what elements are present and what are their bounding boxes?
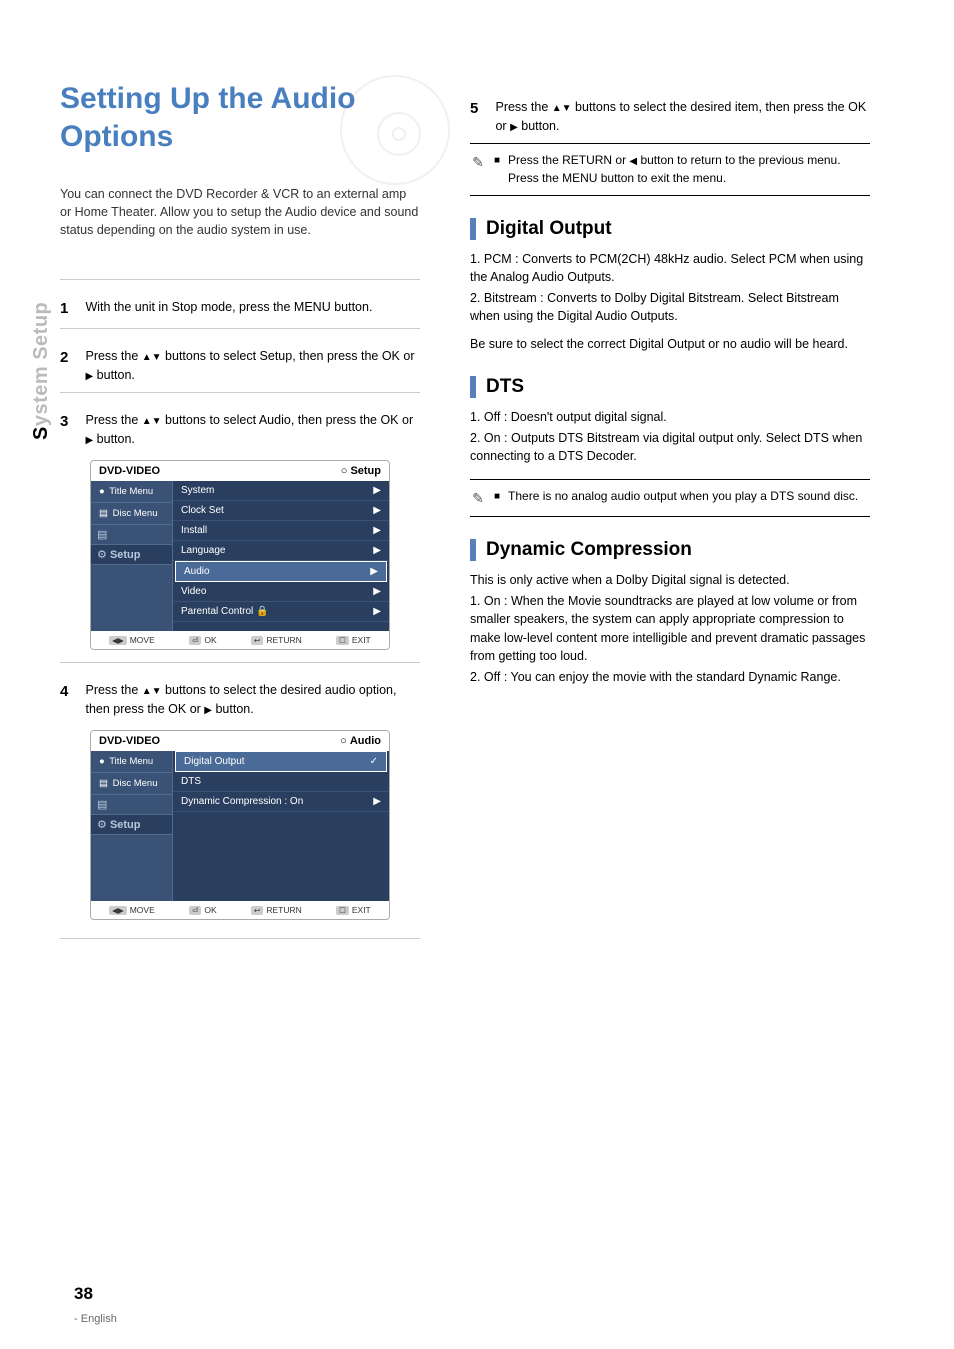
- osd1-row-parental: Parental Control 🔒: [181, 606, 269, 617]
- section-bar-icon: [470, 218, 476, 240]
- osd1-side-disc-menu: Disc Menu: [113, 508, 158, 519]
- step-body-1: With the unit in Stop mode, press the ME…: [85, 298, 419, 316]
- osd2-side-title-menu: Title Menu: [109, 756, 153, 767]
- osd1-top-right: ○ Setup: [341, 465, 381, 477]
- pencil-icon: ✎: [470, 488, 486, 508]
- up-down-icon: ▲▼: [142, 352, 162, 363]
- step-num-1: 1: [60, 298, 82, 320]
- osd1-row-system: System: [181, 485, 214, 496]
- osd1-side-title-menu: Title Menu: [109, 486, 153, 497]
- osd2-top-left: DVD-VIDEO: [99, 735, 160, 747]
- osd2-top-right: ○ Audio: [340, 735, 381, 747]
- step-body-5: Press the ▲▼ buttons to select the desir…: [495, 98, 869, 135]
- osd1-row-install: Install: [181, 525, 207, 536]
- osd1-sidebar: ● Title Menu ▤ Disc Menu ▤ ⚙ Setup: [91, 481, 173, 631]
- step-num-5: 5: [470, 98, 492, 120]
- osd1-row-audio: Audio: [184, 566, 210, 577]
- up-down-icon: ▲▼: [142, 416, 162, 427]
- gear-icon: ⚙: [97, 819, 107, 831]
- disc-art-icon: [340, 75, 450, 185]
- side-tab-rest: ystem Setup: [30, 302, 52, 426]
- osd1-main: System▶ Clock Set▶ Install▶ Language▶ Au…: [173, 481, 389, 631]
- osd2-side-setup: ⚙ Setup: [91, 815, 172, 835]
- section-dyn-title: Dynamic Compression: [486, 539, 692, 561]
- osd1-row-language: Language: [181, 545, 226, 556]
- right-icon: ▶: [510, 122, 518, 133]
- osd1-row-video: Video: [181, 586, 206, 597]
- osd1-footer-exit: EXIT: [352, 635, 371, 645]
- step-4: 4 Press the ▲▼ buttons to select the des…: [60, 681, 420, 718]
- up-down-icon: ▲▼: [552, 103, 572, 114]
- section-dts-title: DTS: [486, 376, 524, 398]
- step-1: 1 With the unit in Stop mode, press the …: [60, 298, 420, 320]
- osd2-footer-exit: EXIT: [352, 905, 371, 915]
- digital-opt-bitstream: 2. Bitstream : Converts to Dolby Digital…: [470, 289, 870, 325]
- osd1-side-blank-icon: ▤: [91, 525, 172, 545]
- note-return-text: Press the RETURN or ◀ button to return t…: [508, 152, 870, 187]
- up-down-icon: ▲▼: [142, 686, 162, 697]
- section-bar-icon: [470, 539, 476, 561]
- osd1-side-setup: ⚙ Setup: [91, 545, 172, 565]
- pencil-icon: ✎: [470, 152, 486, 172]
- osd1-top-left: DVD-VIDEO: [99, 465, 160, 477]
- side-tab-letter: S: [30, 426, 52, 440]
- osd-setup-screenshot: DVD-VIDEO ○ Setup ● Title Menu ▤ Disc Me…: [90, 460, 390, 650]
- step-5: 5 Press the ▲▼ buttons to select the des…: [470, 98, 870, 135]
- osd1-footer-ok: OK: [204, 635, 216, 645]
- digital-note: Be sure to select the correct Digital Ou…: [470, 335, 870, 353]
- osd2-sidebar: ● Title Menu ▤ Disc Menu ▤ ⚙ Setup: [91, 751, 173, 901]
- osd2-footer-ok: OK: [204, 905, 216, 915]
- osd2-footer: ◀▶MOVE ⏎OK ↩RETURN ☐EXIT: [91, 901, 389, 919]
- osd1-footer: ◀▶MOVE ⏎OK ↩RETURN ☐EXIT: [91, 631, 389, 649]
- osd2-side-disc-menu: Disc Menu: [113, 778, 158, 789]
- osd2-footer-return: RETURN: [266, 905, 301, 915]
- side-tab: System Setup: [30, 302, 53, 440]
- step-num-4: 4: [60, 681, 82, 703]
- section-digital-title: Digital Output: [486, 218, 612, 240]
- note-dts: ✎ ■ There is no analog audio output when…: [470, 488, 870, 508]
- osd-audio-screenshot: DVD-VIDEO ○ Audio ● Title Menu ▤ Disc Me…: [90, 730, 390, 920]
- bullet-icon: ■: [494, 488, 500, 506]
- osd1-row-clock-set: Clock Set: [181, 505, 224, 516]
- step-body-2: Press the ▲▼ buttons to select Setup, th…: [85, 347, 419, 384]
- bullet-icon: ■: [494, 152, 500, 170]
- page-title-text: Setting Up the Audio Options: [60, 82, 356, 153]
- footer-note: - English: [74, 1313, 117, 1325]
- osd2-main: Digital Output ✓ DTS Dynamic Compression …: [173, 751, 389, 901]
- osd2-side-blank-icon: ▤: [91, 795, 172, 815]
- page-title: Setting Up the Audio Options: [60, 80, 420, 155]
- lock-icon: 🔒: [256, 606, 268, 617]
- step-body-4: Press the ▲▼ buttons to select the desir…: [85, 681, 419, 718]
- step-3: 3 Press the ▲▼ buttons to select Audio, …: [60, 411, 420, 448]
- gear-icon: ⚙: [97, 549, 107, 561]
- step-body-3: Press the ▲▼ buttons to select Audio, th…: [85, 411, 419, 448]
- osd2-row-digital-output: Digital Output: [184, 756, 245, 767]
- osd2-row-dts: DTS: [181, 776, 201, 787]
- digital-opt-pcm: 1. PCM : Converts to PCM(2CH) 48kHz audi…: [470, 250, 870, 286]
- dts-opt-on: 2. On : Outputs DTS Bitstream via digita…: [470, 429, 870, 465]
- section-dynamic-compression: Dynamic Compression: [470, 539, 870, 561]
- left-icon: ◀: [629, 156, 637, 167]
- dts-opt-off: 1. Off : Doesn't output digital signal.: [470, 408, 870, 426]
- osd1-footer-return: RETURN: [266, 635, 301, 645]
- section-bar-icon: [470, 376, 476, 398]
- osd2-footer-move: MOVE: [130, 905, 155, 915]
- right-icon: ▶: [204, 705, 212, 716]
- step-num-2: 2: [60, 347, 82, 369]
- check-icon: ✓: [370, 756, 378, 767]
- intro-text: You can connect the DVD Recorder & VCR t…: [60, 185, 420, 239]
- osd1-footer-move: MOVE: [130, 635, 155, 645]
- dyn-intro: This is only active when a Dolby Digital…: [470, 571, 870, 589]
- dyn-opt-on: 1. On : When the Movie soundtracks are p…: [470, 592, 870, 665]
- step-num-3: 3: [60, 411, 82, 433]
- section-digital-output: Digital Output: [470, 218, 870, 240]
- section-dts: DTS: [470, 376, 870, 398]
- step-2: 2 Press the ▲▼ buttons to select Setup, …: [60, 347, 420, 384]
- page-number: 38: [74, 1284, 93, 1304]
- note-dts-text: There is no analog audio output when you…: [508, 488, 858, 505]
- dyn-opt-off: 2. Off : You can enjoy the movie with th…: [470, 668, 870, 686]
- note-return: ✎ ■ Press the RETURN or ◀ button to retu…: [470, 152, 870, 187]
- osd2-row-dyn-comp: Dynamic Compression : On: [181, 796, 303, 807]
